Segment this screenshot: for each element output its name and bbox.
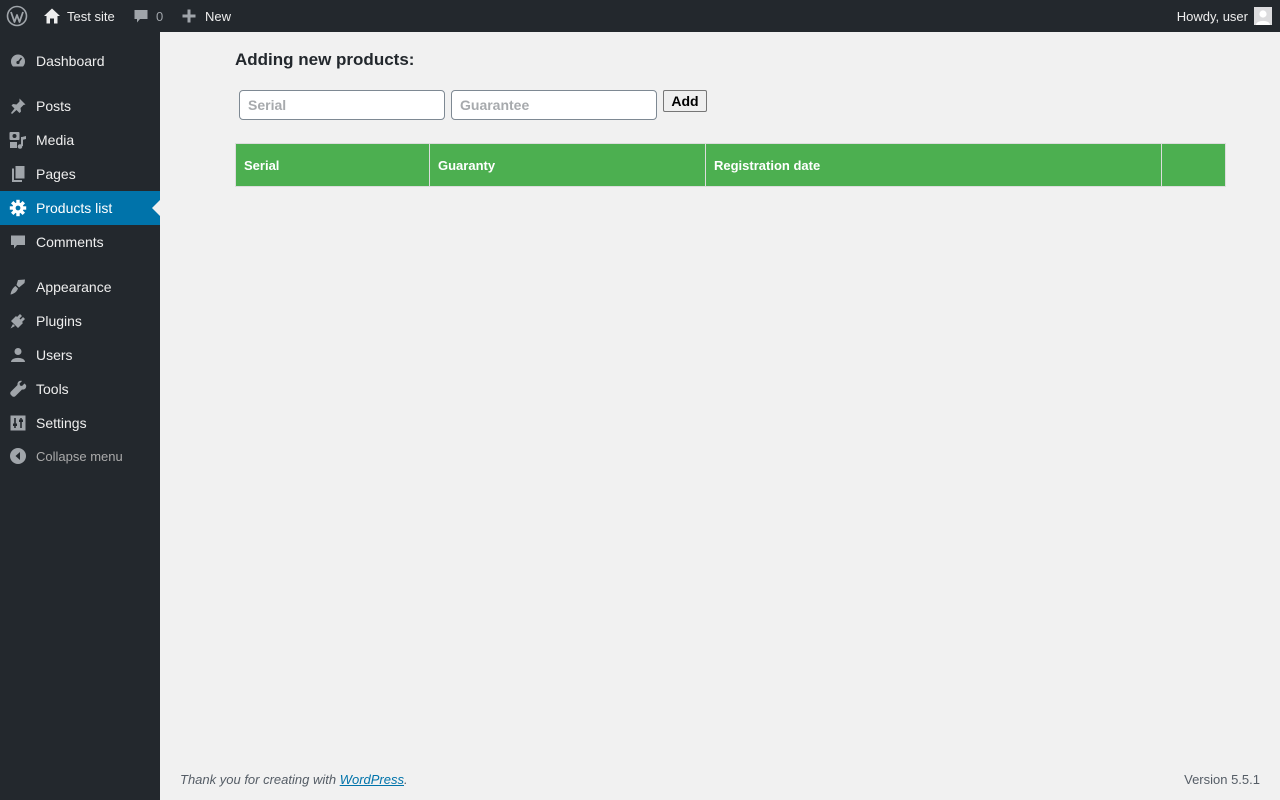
add-button[interactable]: Add [663,90,707,112]
sidebar-item-label: Pages [36,166,76,182]
wordpress-link[interactable]: WordPress [340,772,404,787]
sidebar-item-products-list[interactable]: Products list [0,191,160,225]
dashboard-icon [0,52,36,70]
serial-input[interactable] [239,90,445,120]
sidebar-item-posts[interactable]: Posts [0,89,160,123]
sidebar-item-label: Appearance [36,279,112,295]
sidebar-item-settings[interactable]: Settings [0,406,160,440]
sidebar-item-label: Dashboard [36,53,105,69]
admin-bar: Test site 0 New Howdy, user [0,0,1280,32]
sidebar-item-pages[interactable]: Pages [0,157,160,191]
sliders-icon [0,414,36,432]
comments-count: 0 [156,8,164,24]
sidebar-item-label: Tools [36,381,69,397]
pin-icon [0,97,36,115]
comments-link[interactable]: 0 [133,0,163,32]
sidebar-item-label: Plugins [36,313,82,329]
footer-thanks: Thank you for creating with WordPress. [180,772,408,787]
column-header-guaranty: Guaranty [429,143,706,187]
sidebar-item-tools[interactable]: Tools [0,372,160,406]
wrench-icon [0,380,36,398]
collapse-arrow-icon [0,447,36,465]
footer-thanks-prefix: Thank you for creating with [180,772,340,787]
sidebar-item-comments[interactable]: Comments [0,225,160,259]
site-name-label: Test site [67,8,115,24]
footer-version: Version 5.5.1 [1184,772,1260,787]
home-icon [43,7,61,25]
collapse-menu-label: Collapse menu [36,448,123,464]
footer-thanks-suffix: . [404,772,408,787]
new-label: New [205,8,232,24]
sidebar-item-dashboard[interactable]: Dashboard [0,44,160,78]
admin-sidebar: Dashboard Posts Media Pages Products lis… [0,32,160,800]
column-header-registration-date: Registration date [705,143,1162,187]
guarantee-input[interactable] [451,90,657,120]
comment-icon [133,8,149,24]
howdy-label: Howdy, user [1176,8,1248,24]
sidebar-item-appearance[interactable]: Appearance [0,270,160,304]
sidebar-item-label: Products list [36,200,113,216]
plug-icon [0,312,36,330]
avatar [1254,7,1272,25]
sidebar-item-label: Posts [36,98,72,114]
collapse-menu-button[interactable]: Collapse menu [0,439,160,473]
sidebar-item-label: Comments [36,234,104,250]
table-header-row: Serial Guaranty Registration date [235,143,1226,187]
media-icon [0,130,36,150]
column-header-serial: Serial [235,143,430,187]
my-account-link[interactable]: Howdy, user [1177,0,1272,32]
products-table: Serial Guaranty Registration date [235,143,1226,187]
site-name-link[interactable]: Test site [43,0,115,32]
comment-icon [0,233,36,251]
sidebar-item-label: Settings [36,415,87,431]
sidebar-item-label: Media [36,132,75,148]
pages-icon [0,165,36,183]
wordpress-logo-icon[interactable] [6,0,28,32]
sidebar-item-media[interactable]: Media [0,123,160,157]
page-title: Adding new products: [235,50,415,69]
plus-icon [181,8,197,24]
gear-icon [0,199,36,217]
column-header-actions [1161,143,1226,187]
user-icon [0,346,36,364]
sidebar-item-plugins[interactable]: Plugins [0,304,160,338]
sidebar-item-label: Users [36,347,73,363]
sidebar-item-users[interactable]: Users [0,338,160,372]
new-content-link[interactable]: New [181,0,231,32]
brush-icon [0,278,36,296]
